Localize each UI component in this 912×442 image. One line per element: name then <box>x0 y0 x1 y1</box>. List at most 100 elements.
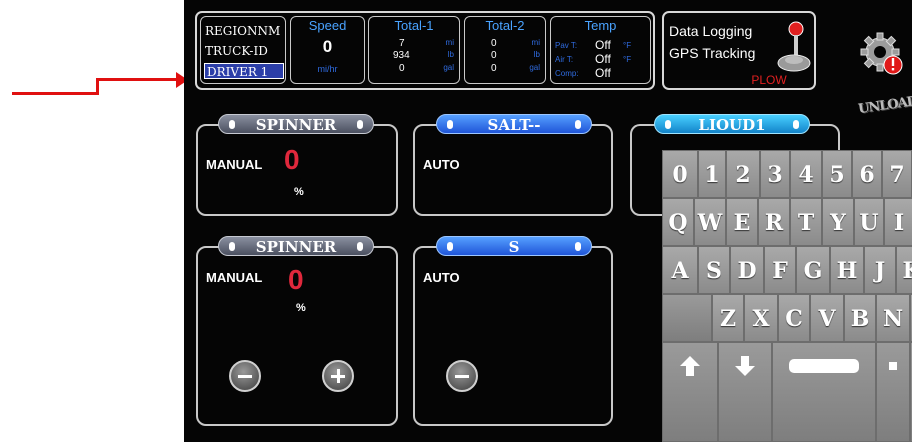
total2-panel: Total-2 0 mi 0 lb 0 gal <box>464 16 546 84</box>
speed-title: Speed <box>308 18 347 33</box>
percent-unit: % <box>296 302 306 314</box>
speed-panel: Speed 0 mi/hr <box>290 16 365 84</box>
driver-field[interactable]: DRIVER 1 <box>204 63 284 79</box>
key-f[interactable]: F <box>764 246 796 294</box>
key-6[interactable]: 6 <box>852 150 882 198</box>
card-title: SPINNER <box>255 116 337 134</box>
key-g[interactable]: G <box>796 246 830 294</box>
on-screen-keyboard: 0 1 2 3 4 5 6 7 8 9 Q W E R T Y U I O P … <box>662 150 912 442</box>
mode-label: AUTO <box>423 270 460 285</box>
annotation-arrow-line <box>96 78 176 81</box>
minus-button[interactable] <box>446 360 478 392</box>
key-n[interactable]: N <box>876 294 910 342</box>
key-c[interactable]: C <box>778 294 810 342</box>
region-label: REGIONNM <box>205 24 281 38</box>
air-temp-label: Air T: <box>555 55 574 64</box>
minus-button[interactable] <box>229 360 261 392</box>
spinner-value: 0 <box>288 264 304 295</box>
unit-label: lb <box>447 50 454 59</box>
key-v[interactable]: V <box>810 294 844 342</box>
key-4[interactable]: 4 <box>790 150 822 198</box>
truck-id-label: TRUCK-ID <box>205 44 268 58</box>
period-key[interactable] <box>876 342 910 442</box>
total2-distance: 0 <box>491 38 497 49</box>
spinner-title-2: SPINNER <box>218 236 374 256</box>
key-z[interactable]: Z <box>712 294 744 342</box>
key-d[interactable]: D <box>730 246 764 294</box>
key-k[interactable]: K <box>896 246 912 294</box>
temp-panel: Temp Pav T: Off °F Air T: Off °F Comp: O… <box>550 16 651 84</box>
key-q[interactable]: Q <box>662 198 694 246</box>
unit-label: gal <box>443 63 454 72</box>
arrow-down-key[interactable] <box>718 342 772 442</box>
key-i[interactable]: I <box>884 198 912 246</box>
total2-volume: 0 <box>491 63 497 74</box>
key-3[interactable]: 3 <box>760 150 790 198</box>
key-j[interactable]: J <box>864 246 896 294</box>
unload-button[interactable]: UNLOAD <box>857 94 912 117</box>
shift-key[interactable] <box>662 342 718 442</box>
spinner-title-1: SPINNER <box>218 114 374 134</box>
data-logging-label: Data Logging <box>669 23 753 39</box>
comp-value: Off <box>595 66 611 80</box>
air-temp-value: Off <box>595 52 611 66</box>
logging-panel[interactable]: Data Logging GPS Tracking PLOW <box>662 11 816 90</box>
minus-icon <box>455 375 469 378</box>
key-t[interactable]: T <box>790 198 822 246</box>
total2-title: Total-2 <box>485 18 525 33</box>
card-title: SALT-- <box>487 116 541 134</box>
key-x[interactable]: X <box>744 294 778 342</box>
blank-key[interactable] <box>662 294 712 342</box>
unit-label: lb <box>533 50 540 59</box>
key-s[interactable]: S <box>698 246 730 294</box>
key-u[interactable]: U <box>854 198 884 246</box>
unit-label: mi <box>445 38 454 47</box>
key-b[interactable]: B <box>844 294 876 342</box>
liquid-title: LIOUD1 <box>654 114 810 134</box>
mode-label: MANUAL <box>206 157 263 172</box>
key-e[interactable]: E <box>726 198 758 246</box>
unit-label: mi <box>531 38 540 47</box>
key-y[interactable]: Y <box>822 198 854 246</box>
key-7[interactable]: 7 <box>882 150 912 198</box>
key-5[interactable]: 5 <box>822 150 852 198</box>
key-w[interactable]: W <box>694 198 726 246</box>
key-2[interactable]: 2 <box>726 150 760 198</box>
plus-button[interactable] <box>322 360 354 392</box>
id-panel: REGIONNM TRUCK-ID DRIVER 1 <box>200 16 286 84</box>
total1-distance: 7 <box>399 38 405 49</box>
gps-tracking-label: GPS Tracking <box>669 45 756 61</box>
device-screen: REGIONNM TRUCK-ID DRIVER 1 Speed 0 mi/hr… <box>184 0 912 442</box>
card-title: LIOUD1 <box>698 116 766 134</box>
gear-icon[interactable] <box>860 32 904 76</box>
status-frame: REGIONNM TRUCK-ID DRIVER 1 Speed 0 mi/hr… <box>195 11 655 90</box>
mode-label: AUTO <box>423 157 460 172</box>
total1-weight: 934 <box>393 50 410 61</box>
arrow-up-icon <box>680 356 700 376</box>
speed-value: 0 <box>322 37 333 56</box>
pavement-temp-value: Off <box>595 38 611 52</box>
speed-unit: mi/hr <box>317 64 338 74</box>
total1-panel: Total-1 7 mi 934 lb 0 gal <box>368 16 460 84</box>
percent-unit: % <box>294 186 304 198</box>
salt-card-2[interactable]: AUTO <box>413 246 613 426</box>
key-1[interactable]: 1 <box>698 150 726 198</box>
salt-title: SALT-- <box>436 114 592 134</box>
total1-volume: 0 <box>399 63 405 74</box>
annotation-arrow-line <box>12 92 98 95</box>
unit-label: °F <box>623 41 632 50</box>
salt-card[interactable]: AUTO <box>413 124 613 216</box>
space-key[interactable] <box>772 342 876 442</box>
card-title: SPINNER <box>255 238 337 256</box>
key-a[interactable]: A <box>662 246 698 294</box>
temp-title: Temp <box>584 18 617 33</box>
spinner-card-2[interactable]: MANUAL 0 % <box>196 246 398 426</box>
dot-icon <box>889 362 897 370</box>
key-r[interactable]: R <box>758 198 790 246</box>
spinner-card-1[interactable]: MANUAL 0 % <box>196 124 398 216</box>
arrow-down-icon <box>735 356 755 376</box>
minus-icon <box>238 375 252 378</box>
card-title: S <box>508 238 520 256</box>
key-h[interactable]: H <box>830 246 864 294</box>
key-0[interactable]: 0 <box>662 150 698 198</box>
